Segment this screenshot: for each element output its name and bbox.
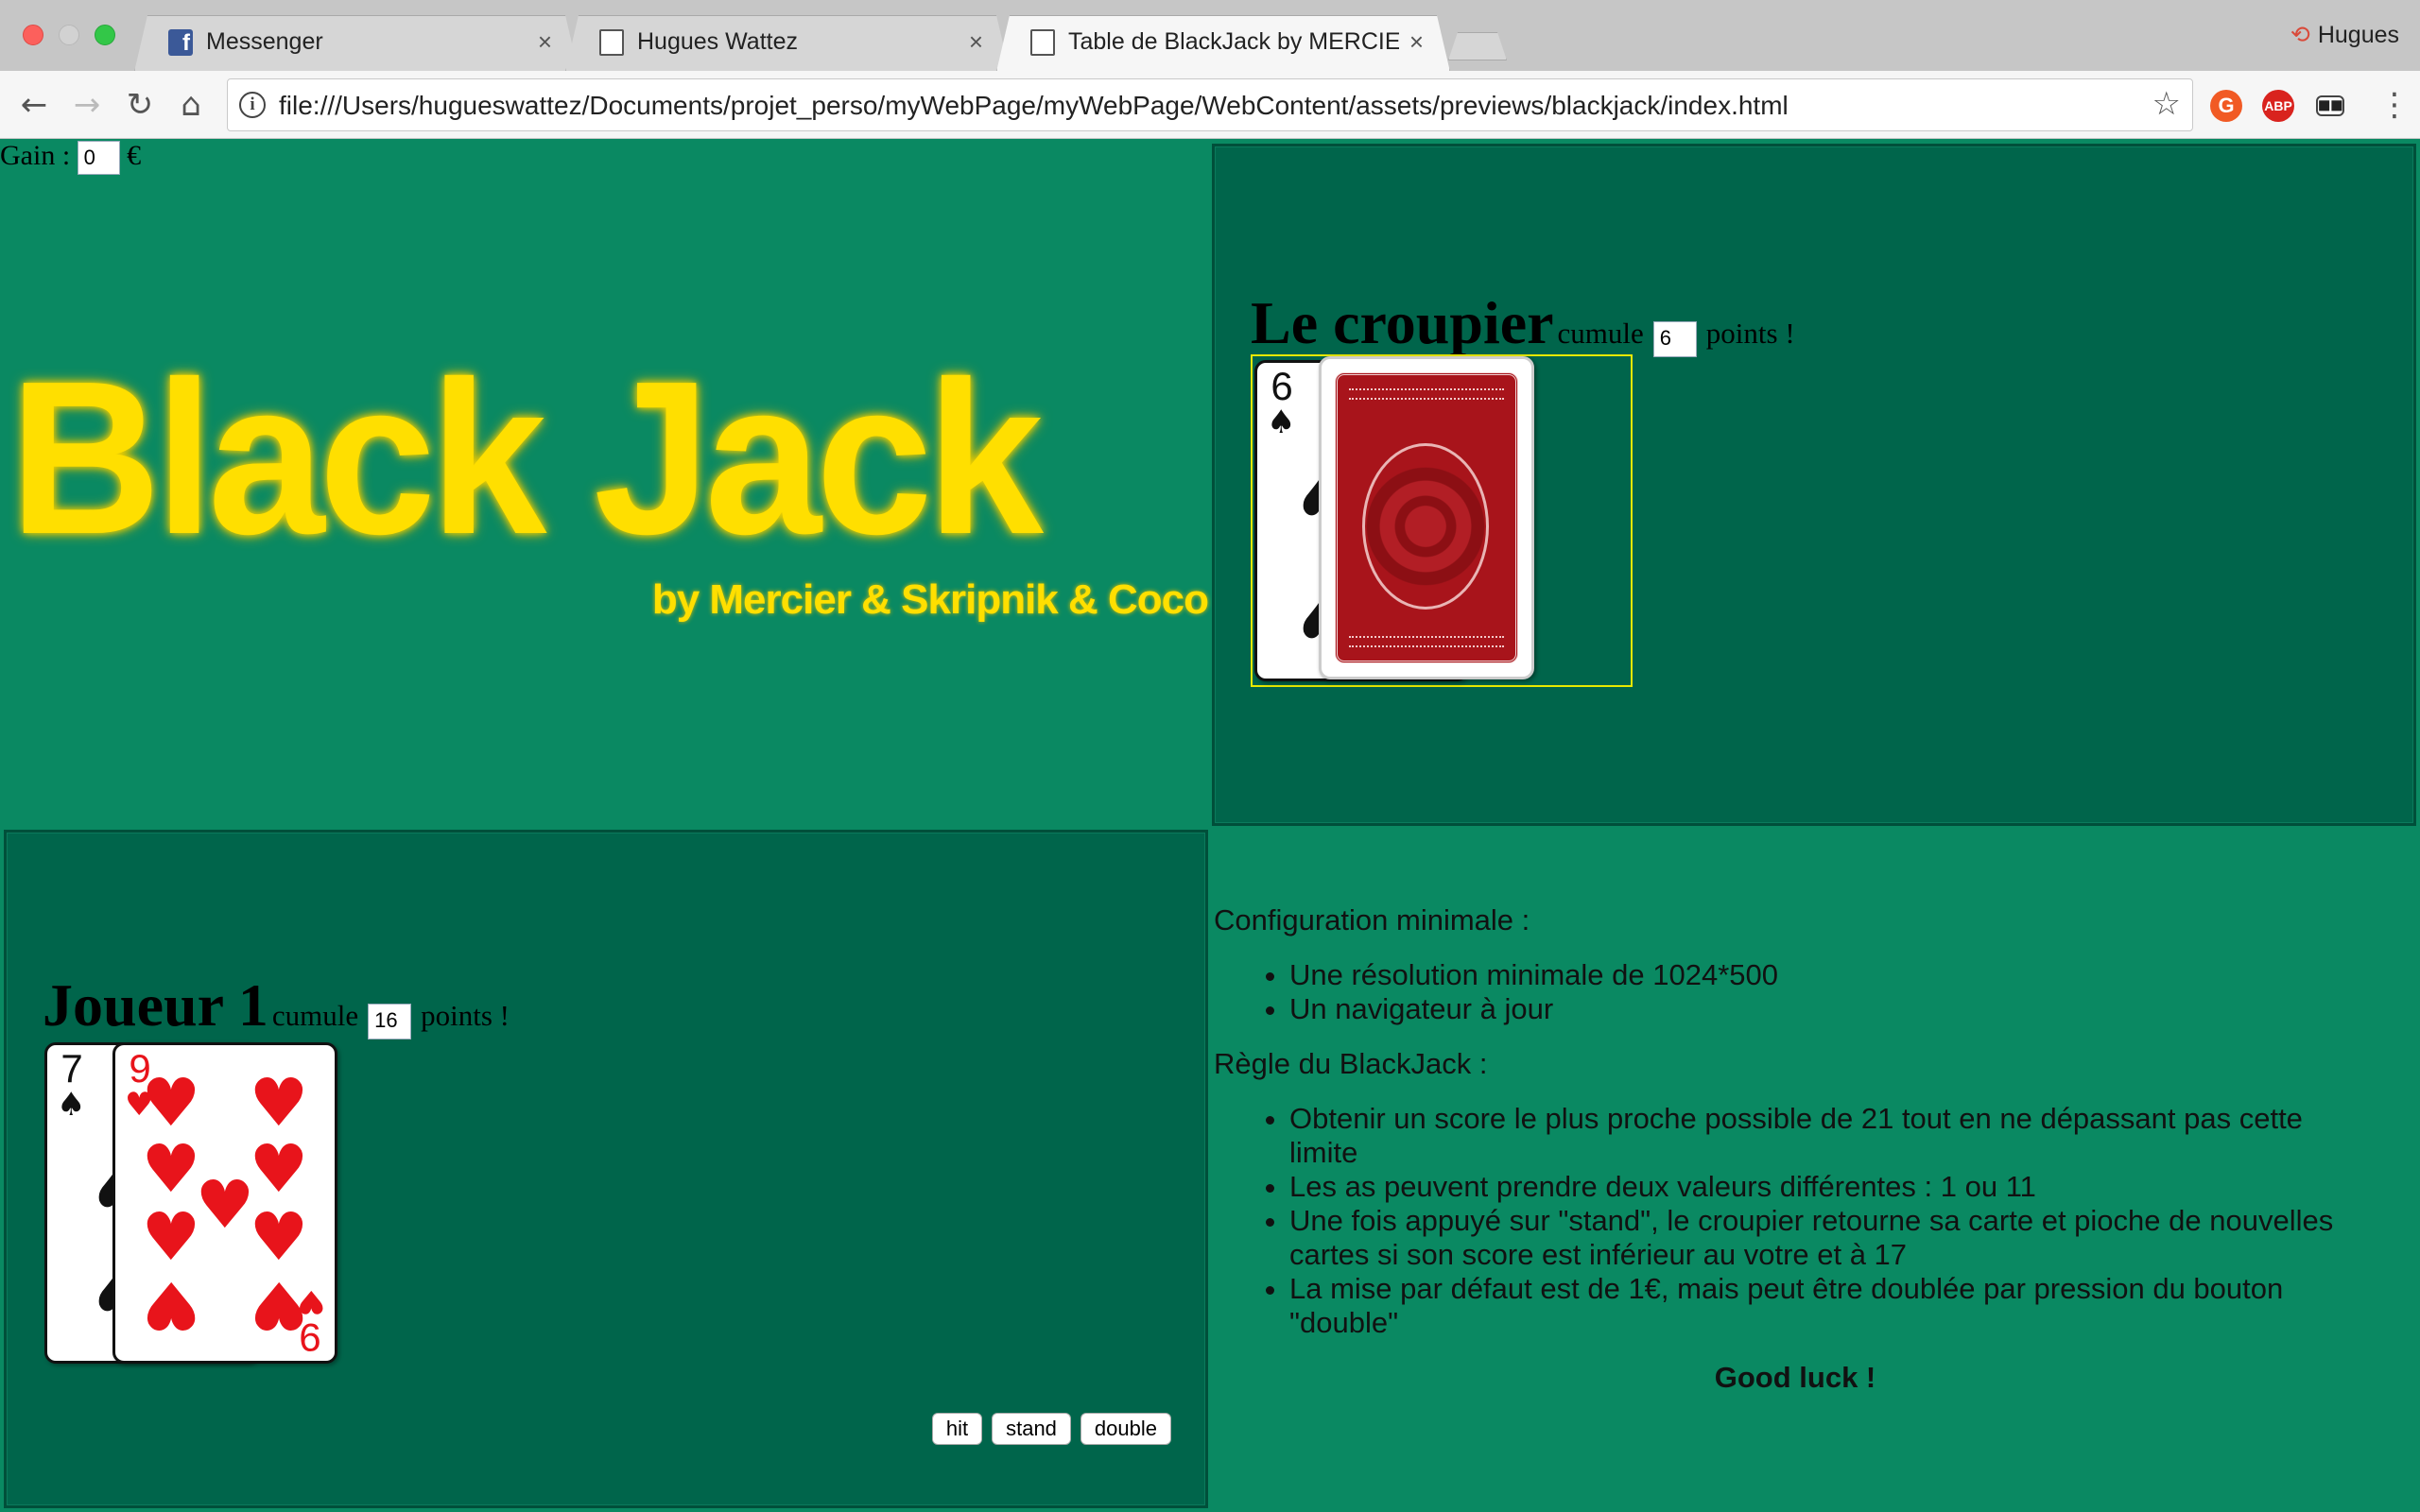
playing-card-9-hearts: 9 ♥ ♥ ♥ ♥ ♥ ♥ ♥ ♥ ♥ ♥ 9 ♥ [112, 1042, 337, 1364]
card-rank-bottom: 9 [299, 1315, 321, 1360]
facebook-icon: f [168, 29, 193, 56]
player-panel: Joueur 1 cumule 16 points ! 7 ♠ ♠ ♠ 9 ♥ … [4, 830, 1208, 1508]
card-suit-bottom: ♥ [296, 1282, 325, 1320]
game-title: Black Jack [9, 336, 1044, 580]
document-icon [599, 29, 624, 56]
list-item: Les as peuvent prendre deux valeurs diff… [1289, 1170, 2377, 1204]
url-text[interactable]: file:///Users/hugueswattez/Documents/pro… [279, 91, 1789, 121]
dealer-header: Le croupier cumule 6 points ! [1251, 288, 1795, 358]
heart-pip-icon: ♥ [249, 1064, 309, 1142]
document-icon [1030, 29, 1055, 56]
player-hand: 7 ♠ ♠ ♠ 9 ♥ ♥ ♥ ♥ ♥ ♥ ♥ ♥ ♥ ♥ 9 ♥ [44, 1042, 347, 1364]
tab-messenger[interactable]: f Messenger × [134, 15, 579, 72]
browser-toolbar: ← → ↻ ⌂ i file:///Users/hugueswattez/Doc… [0, 71, 2420, 139]
card-suit: ♠ [1267, 404, 1296, 441]
sync-icon: ⟲ [2290, 22, 2310, 48]
card-back-pattern-icon [1362, 443, 1489, 610]
player-header: Joueur 1 cumule 16 points ! [43, 971, 510, 1040]
maximize-window-button[interactable] [95, 25, 115, 45]
dealer-name: Le croupier [1251, 289, 1554, 356]
incognito-mask-icon[interactable]: ◼◼ [2316, 95, 2344, 116]
close-window-button[interactable] [23, 25, 43, 45]
face-down-card [1319, 356, 1534, 679]
minimize-window-button[interactable] [59, 25, 79, 45]
blackjack-page: Gain : 0 € Black Jack by Mercier & Skrip… [0, 140, 2420, 1512]
rules-title: Règle du BlackJack : [1214, 1047, 1488, 1080]
tab-blackjack[interactable]: Table de BlackJack by MERCIE × [996, 15, 1450, 72]
new-tab-button[interactable] [1448, 32, 1507, 60]
tab-hugues-wattez[interactable]: Hugues Wattez × [565, 15, 1010, 72]
reload-icon[interactable]: ↻ [119, 84, 161, 126]
player-points-input[interactable]: 16 [368, 1004, 412, 1040]
adblock-plus-icon[interactable]: ABP [2262, 90, 2294, 122]
heart-pip-icon: ♥ [141, 1064, 201, 1142]
close-tab-icon[interactable]: × [1409, 27, 1424, 57]
close-tab-icon[interactable]: × [969, 27, 983, 57]
rules-section: Configuration minimale : Une résolution … [1214, 903, 2377, 1395]
cumule-label: cumule [271, 999, 359, 1032]
good-luck-text: Good luck ! [1714, 1361, 1876, 1394]
heart-pip-icon: ♥ [141, 1198, 201, 1276]
list-item: Obtenir un score le plus proche possible… [1289, 1102, 2377, 1170]
grammarly-icon[interactable]: G [2210, 90, 2242, 122]
player-name: Joueur 1 [43, 971, 268, 1039]
list-item: Un navigateur à jour [1289, 992, 2377, 1026]
heart-pip-icon: ♥ [141, 1266, 201, 1344]
gain-label: Gain : [0, 140, 71, 171]
gain-display: Gain : 0 € [0, 140, 142, 176]
dealer-panel: Le croupier cumule 6 points ! 6 ♠ ♠ ♠ [1212, 144, 2416, 826]
forward-icon[interactable]: → [66, 84, 108, 126]
address-bar[interactable]: i file:///Users/hugueswattez/Documents/p… [227, 78, 2193, 131]
tab-label: Table de BlackJack by MERCIE [1068, 28, 1399, 55]
hit-button[interactable]: hit [931, 1413, 983, 1445]
back-icon[interactable]: ← [13, 84, 55, 126]
config-list: Une résolution minimale de 1024*500 Un n… [1289, 958, 2377, 1026]
action-buttons: hit stand double [923, 1413, 1171, 1445]
currency-symbol: € [127, 140, 142, 171]
tab-label: Messenger [206, 28, 323, 55]
gain-input[interactable]: 0 [77, 141, 120, 176]
double-button[interactable]: double [1080, 1413, 1171, 1445]
list-item: Une résolution minimale de 1024*500 [1289, 958, 2377, 992]
profile-name: Hugues [2317, 22, 2399, 48]
points-label: points ! [1705, 317, 1795, 350]
home-icon[interactable]: ⌂ [170, 84, 212, 126]
site-info-icon[interactable]: i [239, 92, 266, 118]
rules-list: Obtenir un score le plus proche possible… [1289, 1102, 2377, 1340]
dealer-points-input[interactable]: 6 [1652, 321, 1697, 358]
list-item: La mise par défaut est de 1€, mais peut … [1289, 1272, 2377, 1340]
tab-label: Hugues Wattez [637, 28, 798, 55]
browser-titlebar: f Messenger × Hugues Wattez × Table de B… [0, 0, 2420, 71]
profile-button[interactable]: ⟲ Hugues [2290, 21, 2399, 49]
close-tab-icon[interactable]: × [538, 27, 552, 57]
game-subtitle: by Mercier & Skripnik & Coco [651, 576, 1209, 623]
points-label: points ! [421, 999, 510, 1032]
bookmark-star-icon[interactable]: ☆ [2152, 85, 2181, 123]
list-item: Une fois appuyé sur "stand", le croupier… [1289, 1204, 2377, 1272]
card-rank: 6 [1270, 364, 1293, 408]
card-suit: ♠ [57, 1086, 86, 1124]
browser-menu-icon[interactable]: ⋮ [2378, 84, 2411, 126]
dealer-hand: 6 ♠ ♠ ♠ [1251, 354, 1633, 687]
cumule-label: cumule [1557, 317, 1644, 350]
stand-button[interactable]: stand [992, 1413, 1071, 1445]
config-title: Configuration minimale : [1214, 903, 1530, 936]
heart-pip-icon: ♥ [249, 1198, 309, 1276]
card-rank: 7 [60, 1046, 83, 1091]
